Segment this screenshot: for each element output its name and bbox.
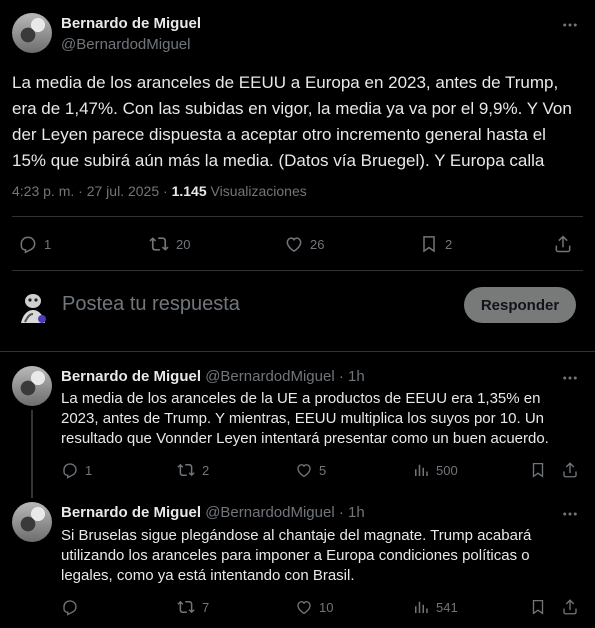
- bookmark-icon: [423, 236, 435, 253]
- repost-button[interactable]: 2: [176, 461, 209, 479]
- views-button[interactable]: 500: [412, 461, 458, 479]
- views-button[interactable]: 541: [412, 598, 458, 616]
- header-separator: ·: [338, 504, 344, 521]
- bookmark-button[interactable]: [529, 598, 547, 621]
- tweet-text-line: der Leyen parece dispuesta a aceptar otr…: [12, 125, 546, 144]
- author-name[interactable]: Bernardo de Miguel: [61, 15, 201, 32]
- reply-avatar[interactable]: [12, 366, 52, 406]
- heart-icon: [297, 601, 311, 615]
- like-count: 26: [310, 236, 325, 252]
- bookmark-icon: [532, 599, 544, 615]
- share-icon: [563, 462, 577, 478]
- share-button[interactable]: [561, 598, 579, 621]
- repost-count: 7: [202, 599, 210, 615]
- reply-header: Bernardo de Miguel @BernardodMiguel · 1h: [61, 368, 365, 385]
- repost-icon: [177, 600, 195, 614]
- repost-icon: [149, 237, 169, 251]
- share-button[interactable]: [561, 461, 579, 484]
- tweet-meta: 4:23 p. m. · 27 jul. 2025 · 1.145 Visual…: [12, 183, 307, 199]
- reply-submit-button[interactable]: Responder: [464, 287, 576, 323]
- views-count: 500: [436, 462, 458, 478]
- bookmark-count: 2: [445, 236, 453, 252]
- divider: [0, 351, 595, 352]
- reply-header: Bernardo de Miguel @BernardodMiguel · 1h: [61, 504, 365, 521]
- like-button[interactable]: 26: [284, 234, 324, 254]
- repost-button[interactable]: 20: [148, 234, 190, 254]
- divider: [12, 216, 583, 217]
- like-button[interactable]: 5: [295, 461, 326, 479]
- like-button[interactable]: 10: [295, 598, 333, 616]
- reply-count: 1: [85, 462, 93, 478]
- user-avatar[interactable]: [13, 287, 53, 327]
- share-icon: [555, 235, 571, 253]
- author-handle[interactable]: @BernardodMiguel: [61, 36, 190, 53]
- reply-button[interactable]: 1: [18, 234, 51, 254]
- reply-icon: [63, 463, 77, 479]
- reply-text-line: 2023, antes de Trump. Y mientras, EEUU m…: [61, 410, 545, 427]
- repost-icon: [177, 463, 195, 477]
- views-count: 541: [436, 599, 458, 615]
- more-icon[interactable]: [561, 505, 579, 528]
- tweet-text-line: 15% que subirá aún más la media. (Datos …: [12, 151, 545, 170]
- reply-avatar[interactable]: [12, 502, 52, 542]
- reply-text-line: Si Bruselas sigue plegándose al chantaje…: [61, 527, 532, 544]
- tweet-time[interactable]: 4:23 p. m.: [12, 183, 74, 199]
- bookmark-icon: [532, 462, 544, 478]
- reply-author-handle[interactable]: @BernardodMiguel: [205, 504, 334, 521]
- reply-text-line: legales, como ya está intentando con Bra…: [61, 567, 355, 584]
- author-avatar[interactable]: [12, 13, 52, 53]
- reply-text-line: La media de los aranceles de la UE a pro…: [61, 390, 541, 407]
- reply-text: La media de los aranceles de la UE a pro…: [61, 389, 581, 449]
- tweet-text-line: La media de los aranceles de EEUU a Euro…: [12, 73, 559, 92]
- views-label: Visualizaciones: [210, 183, 307, 199]
- reply-button[interactable]: 1: [61, 461, 92, 479]
- bar-chart-icon: [415, 464, 428, 476]
- bar-chart-icon: [415, 601, 428, 613]
- divider: [12, 270, 583, 271]
- repost-count: 2: [202, 462, 210, 478]
- share-icon: [563, 599, 577, 615]
- views-count: 1.145: [171, 183, 207, 199]
- reply-count: 1: [44, 236, 52, 252]
- reply-button[interactable]: [61, 598, 85, 616]
- like-count: 10: [319, 599, 334, 615]
- reply-age[interactable]: 1h: [348, 368, 365, 385]
- reply-icon: [63, 600, 77, 616]
- repost-button[interactable]: 7: [176, 598, 209, 616]
- reply-text: Si Bruselas sigue plegándose al chantaje…: [61, 526, 581, 586]
- thread-line: [31, 410, 33, 498]
- more-icon[interactable]: [561, 16, 579, 39]
- tweet-text-line: era de 1,47%. Con las subidas en vigor, …: [12, 99, 572, 118]
- share-button[interactable]: [553, 234, 573, 259]
- reply-input[interactable]: Postea tu respuesta: [62, 293, 240, 316]
- meta-separator: ·: [163, 183, 168, 199]
- reply-author-name[interactable]: Bernardo de Miguel: [61, 368, 201, 385]
- reply-author-handle[interactable]: @BernardodMiguel: [205, 368, 334, 385]
- tweet-text: La media de los aranceles de EEUU a Euro…: [12, 70, 587, 174]
- heart-icon: [286, 237, 302, 252]
- reply-age[interactable]: 1h: [348, 504, 365, 521]
- reply-text-line: resultado que Vonnder Leyen intentará pr…: [61, 430, 549, 447]
- reply-author-name[interactable]: Bernardo de Miguel: [61, 504, 201, 521]
- like-count: 5: [319, 462, 327, 478]
- bookmark-button[interactable]: [529, 461, 547, 484]
- repost-count: 20: [176, 236, 191, 252]
- reply-text-line: utilizando los aranceles para imponer a …: [61, 547, 530, 564]
- tweet-date[interactable]: 27 jul. 2025: [87, 183, 159, 199]
- heart-icon: [297, 464, 311, 478]
- header-separator: ·: [338, 368, 344, 385]
- bookmark-button[interactable]: 2: [419, 234, 452, 254]
- meta-separator: ·: [78, 183, 83, 199]
- reply-icon: [20, 236, 36, 254]
